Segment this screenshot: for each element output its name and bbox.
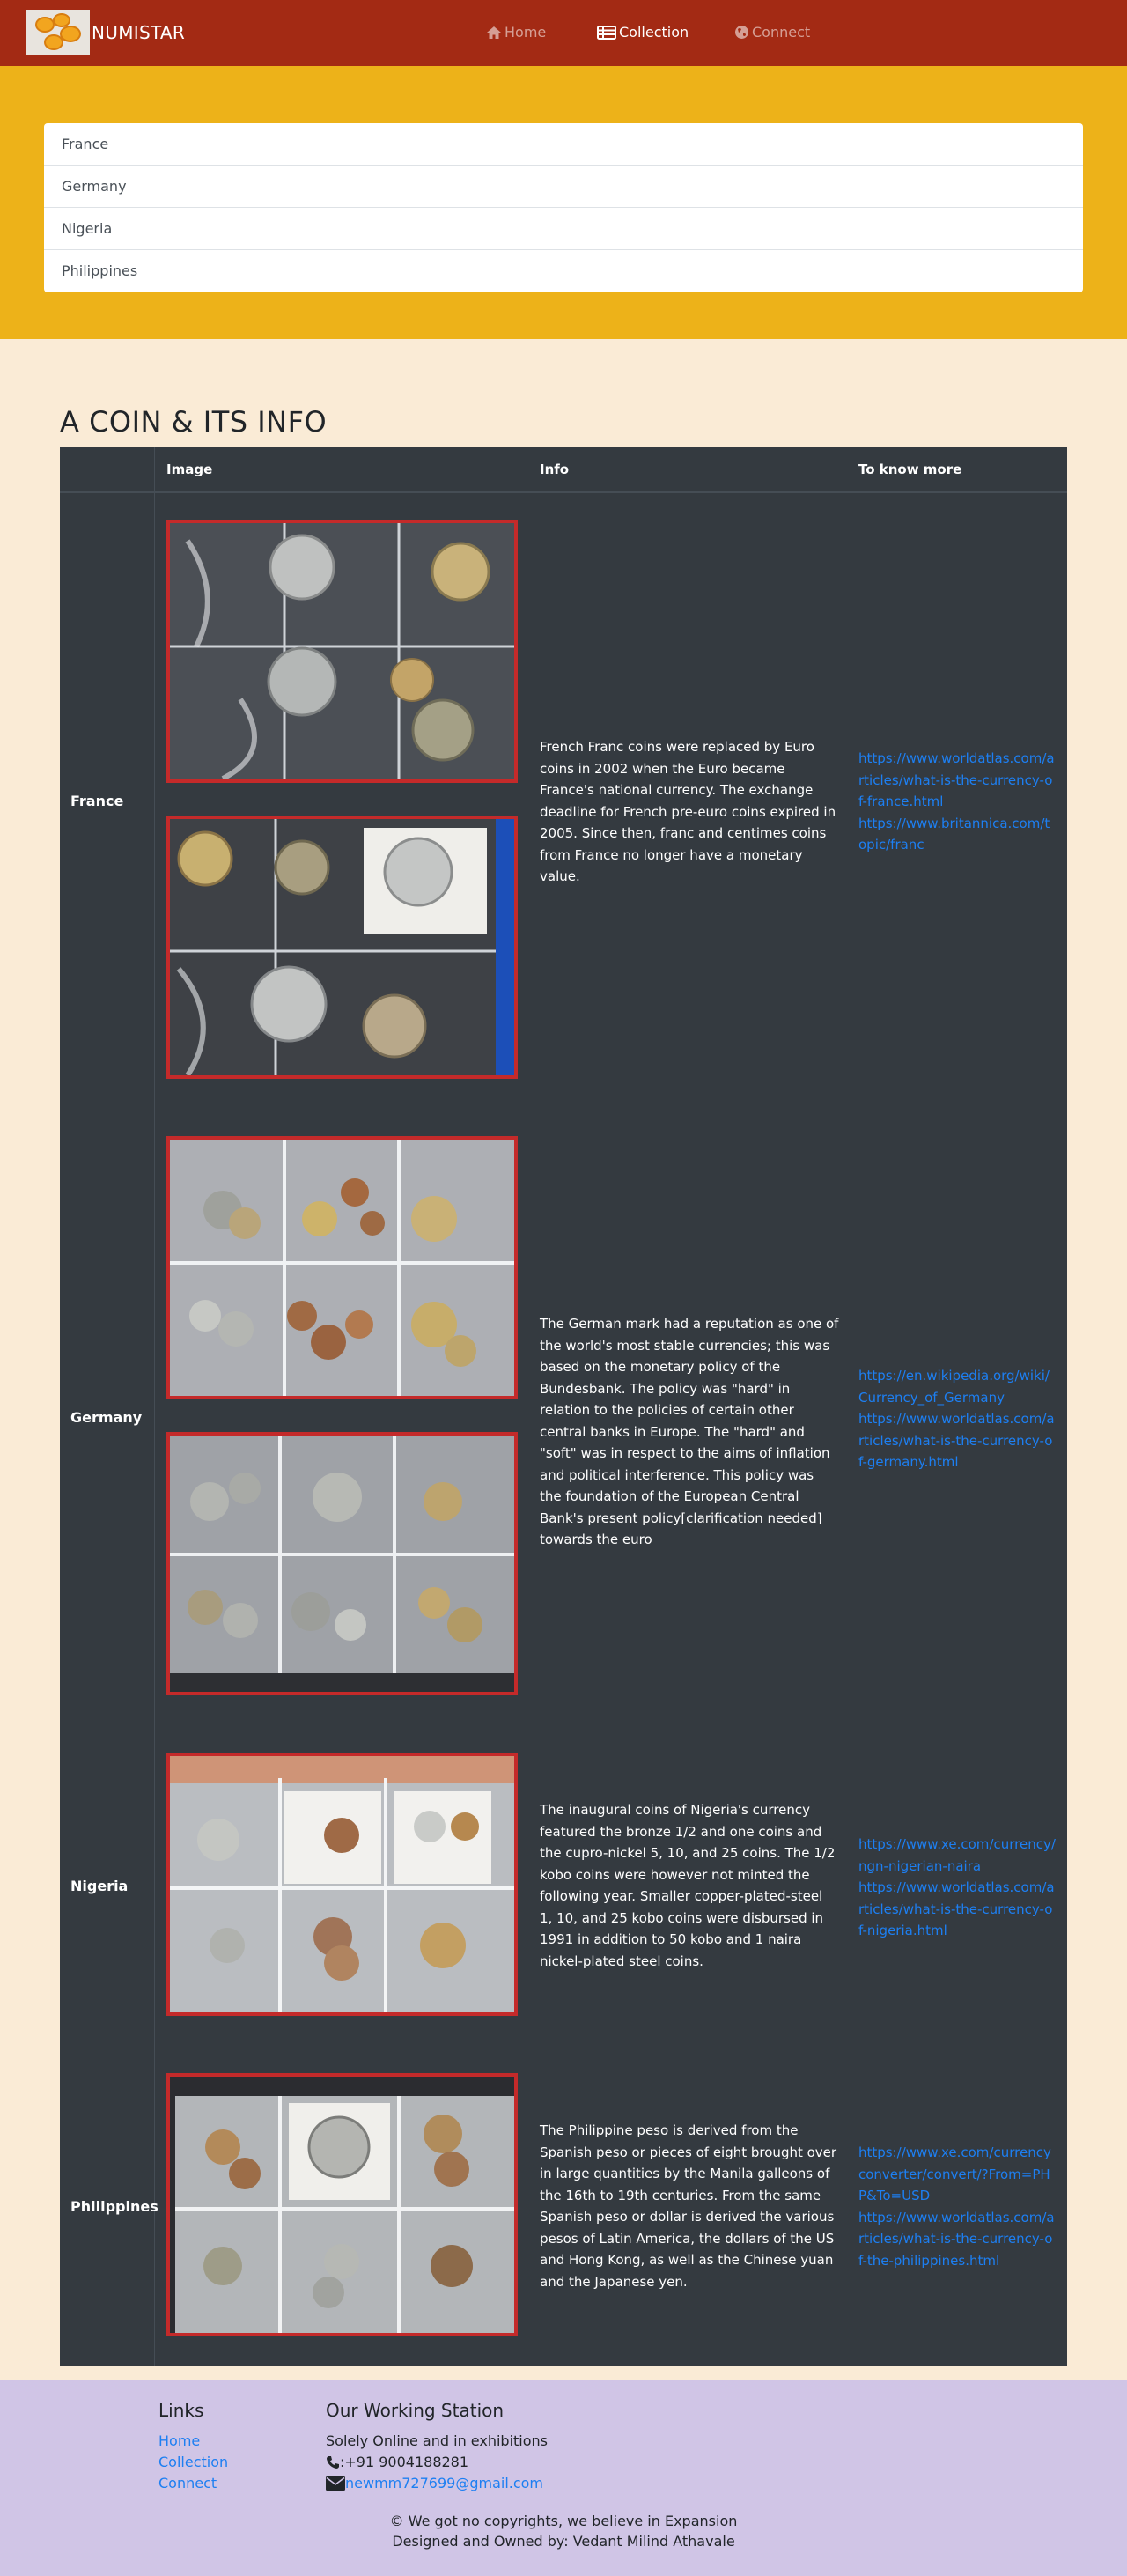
nav-collection-label: Collection xyxy=(619,24,689,41)
france-link-britannica[interactable]: https://www.britannica.com/topic/franc xyxy=(858,813,1057,856)
philippines-link-worldatlas[interactable]: https://www.worldatlas.com/articles/what… xyxy=(858,2207,1057,2272)
germany-coins-photo-2 xyxy=(166,1432,518,1695)
column-divider xyxy=(154,447,155,2366)
globe-icon xyxy=(735,26,748,39)
footer-link-collection[interactable]: Collection xyxy=(158,2454,228,2470)
station-text: Solely Online and in exhibitions xyxy=(326,2432,548,2449)
germany-links: https://en.wikipedia.org/wiki/Currency_o… xyxy=(858,1365,1057,1473)
country-list: France Germany Nigeria Philippines xyxy=(44,123,1083,292)
france-coins-photo-2 xyxy=(166,816,518,1079)
brand[interactable]: NUMISTAR xyxy=(26,10,185,55)
nigeria-link-worldatlas[interactable]: https://www.worldatlas.com/articles/what… xyxy=(858,1877,1057,1942)
section-title: A COIN & ITS INFO xyxy=(60,405,328,439)
nav-connect[interactable]: Connect xyxy=(734,24,810,41)
header-know-more: To know more xyxy=(858,461,962,477)
country-germany: Germany xyxy=(70,1409,143,1426)
france-links: https://www.worldatlas.com/articles/what… xyxy=(858,748,1057,856)
germany-link-wikipedia[interactable]: https://en.wikipedia.org/wiki/Currency_o… xyxy=(858,1365,1057,1408)
philippines-coins-photo xyxy=(166,2073,518,2336)
brand-name: NUMISTAR xyxy=(92,22,186,43)
germany-coins-photo-1 xyxy=(166,1136,518,1399)
footer-email: newmm727699@gmail.com xyxy=(326,2475,543,2491)
nigeria-link-xe[interactable]: https://www.xe.com/currency/ngn-nigerian… xyxy=(858,1834,1057,1877)
home-icon xyxy=(487,26,501,39)
hero-banner: France Germany Nigeria Philippines xyxy=(0,66,1127,339)
country-list-item[interactable]: Nigeria xyxy=(44,208,1083,250)
coin-info-table: Image Info To know more France French Fr… xyxy=(60,447,1067,2366)
country-list-item[interactable]: Germany xyxy=(44,166,1083,208)
table-header: Image Info To know more xyxy=(60,447,1067,493)
france-link-worldatlas[interactable]: https://www.worldatlas.com/articles/what… xyxy=(858,748,1057,813)
email-link[interactable]: newmm727699@gmail.com xyxy=(345,2475,543,2491)
footer-links-title: Links xyxy=(158,2400,204,2421)
country-france: France xyxy=(70,793,124,809)
footer-phone: :+91 9004188281 xyxy=(326,2454,468,2470)
table-icon xyxy=(597,25,616,40)
footer-link-home[interactable]: Home xyxy=(158,2432,200,2449)
country-list-item[interactable]: France xyxy=(44,123,1083,166)
country-list-item[interactable]: Philippines xyxy=(44,250,1083,292)
footer-designer: Designed and Owned by: Vedant Milind Ath… xyxy=(392,2533,735,2550)
nigeria-info: The inaugural coins of Nigeria's currenc… xyxy=(540,1802,836,1969)
country-philippines: Philippines xyxy=(70,2198,158,2215)
germany-link-worldatlas[interactable]: https://www.worldatlas.com/articles/what… xyxy=(858,1408,1057,1473)
nav-home[interactable]: Home xyxy=(486,24,546,41)
footer: Links Home Collection Connect Our Workin… xyxy=(0,2380,1127,2576)
philippines-link-xe[interactable]: https://www.xe.com/currencyconverter/con… xyxy=(858,2142,1057,2207)
header-info: Info xyxy=(540,461,570,477)
footer-station-text: Solely Online and in exhibitions xyxy=(326,2432,548,2449)
nigeria-coins-photo xyxy=(166,1753,518,2016)
nigeria-links: https://www.xe.com/currency/ngn-nigerian… xyxy=(858,1834,1057,1942)
envelope-icon xyxy=(326,2476,345,2491)
footer-station-title: Our Working Station xyxy=(326,2400,505,2421)
philippines-info: The Philippine peso is derived from the … xyxy=(540,2122,837,2290)
germany-info: The German mark had a reputation as one … xyxy=(540,1316,839,1547)
france-info: French Franc coins were replaced by Euro… xyxy=(540,739,836,884)
nav-connect-label: Connect xyxy=(752,24,811,41)
navbar: NUMISTAR Home Collection Connect xyxy=(0,0,1127,66)
coins-logo xyxy=(26,10,90,55)
philippines-links: https://www.xe.com/currencyconverter/con… xyxy=(858,2142,1057,2271)
footer-copyright: © We got no copyrights, we believe in Ex… xyxy=(389,2513,738,2529)
header-image: Image xyxy=(166,461,213,477)
footer-link-connect[interactable]: Connect xyxy=(158,2475,217,2491)
phone-icon xyxy=(327,2455,339,2469)
country-nigeria: Nigeria xyxy=(70,1878,129,1894)
france-coins-photo-1 xyxy=(166,520,518,783)
phone-number: :+91 9004188281 xyxy=(340,2454,469,2470)
nav-home-label: Home xyxy=(505,24,547,41)
nav-collection[interactable]: Collection xyxy=(597,24,689,41)
